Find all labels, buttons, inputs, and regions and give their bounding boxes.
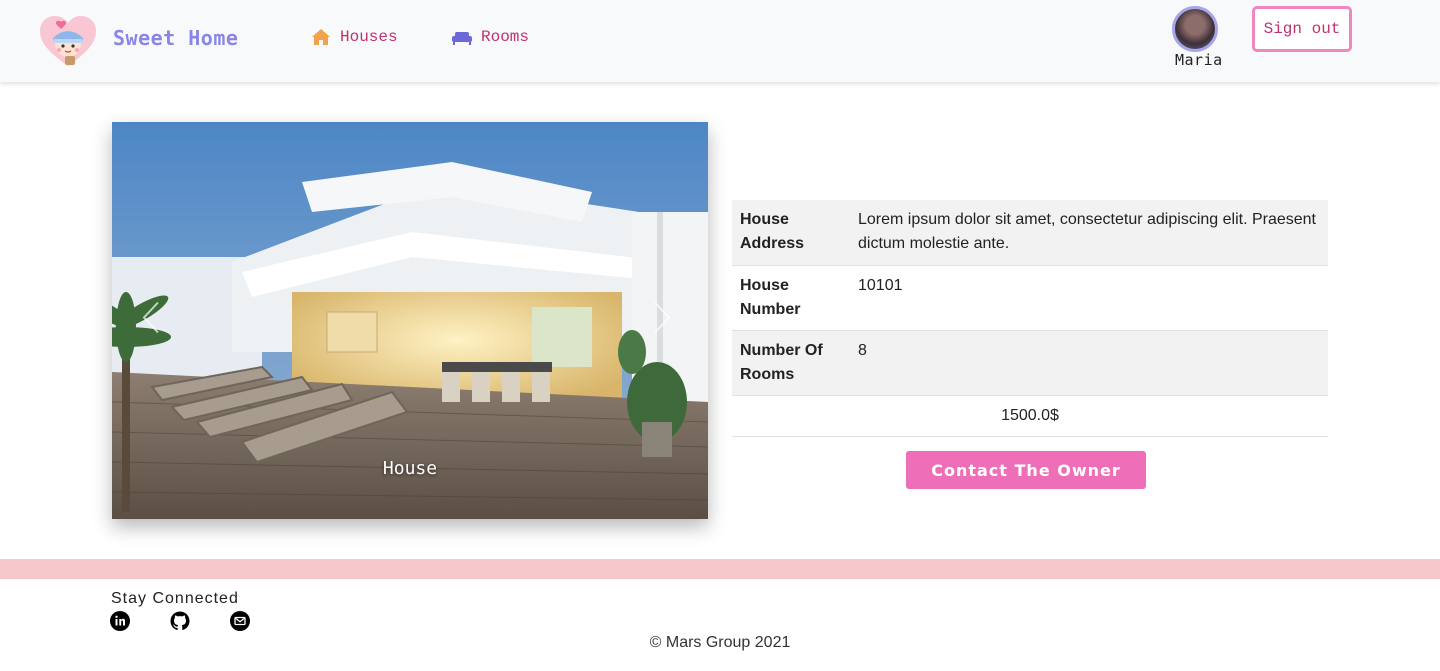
- carousel-prev-button[interactable]: [142, 301, 160, 340]
- carousel-caption: House: [382, 458, 438, 479]
- footer-divider-band: [0, 559, 1440, 579]
- sign-out-button[interactable]: Sign out: [1252, 6, 1352, 52]
- row-key-house-address: House Address: [740, 211, 805, 252]
- nav-link-label: Houses: [340, 28, 398, 46]
- table-row: House Address Lorem ipsum dolor sit amet…: [732, 200, 1328, 265]
- row-value-house-address: Lorem ipsum dolor sit amet, consectetur …: [858, 211, 1316, 252]
- logo-heart-icon[interactable]: [38, 14, 98, 68]
- carousel-next-button[interactable]: [653, 301, 671, 340]
- price-row: 1500.0$: [732, 395, 1328, 436]
- contact-owner-button[interactable]: Contact The Owner: [906, 451, 1146, 489]
- nav-link-label: Rooms: [481, 28, 530, 46]
- nav-link-rooms[interactable]: Rooms: [452, 28, 529, 46]
- row-key-number-of-rooms: Number Of Rooms: [740, 341, 823, 383]
- navbar: Sweet Home Houses Rooms Maria Sign out: [0, 0, 1440, 82]
- github-icon[interactable]: [170, 611, 190, 631]
- row-value-number-of-rooms: 8: [858, 341, 867, 359]
- chevron-left-icon: [142, 301, 159, 334]
- house-details-table: House Address Lorem ipsum dolor sit amet…: [732, 200, 1328, 437]
- avatar[interactable]: [1172, 6, 1218, 52]
- copyright-text: © Mars Group 2021: [649, 634, 791, 651]
- email-icon[interactable]: [230, 611, 250, 631]
- linkedin-icon[interactable]: [110, 611, 130, 631]
- table-row: House Number 10101: [732, 265, 1328, 330]
- table-row: Number Of Rooms 8: [732, 330, 1328, 395]
- sofa-icon: [452, 28, 472, 46]
- chevron-right-icon: [654, 301, 671, 334]
- home-icon: [311, 28, 331, 46]
- row-value-house-number: 10101: [858, 276, 903, 294]
- row-key-house-number: House Number: [740, 276, 801, 318]
- brand-title[interactable]: Sweet Home: [113, 26, 238, 50]
- price-value: 1500.0$: [1001, 406, 1059, 424]
- user-name: Maria: [1175, 51, 1223, 69]
- stay-connected-heading: Stay Connected: [111, 590, 239, 607]
- house-image-carousel[interactable]: House: [112, 122, 708, 519]
- nav-link-houses[interactable]: Houses: [311, 28, 398, 46]
